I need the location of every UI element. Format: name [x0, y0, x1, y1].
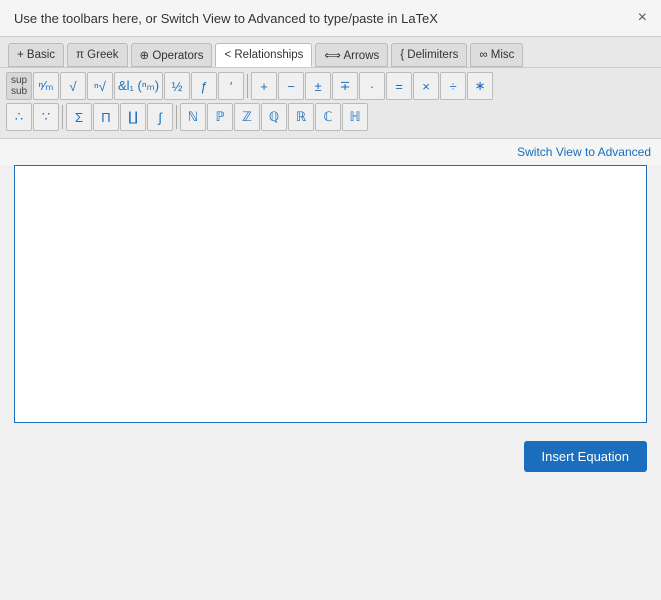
half-button[interactable]: ½	[164, 72, 190, 100]
div3-divider	[176, 105, 177, 129]
times-button[interactable]: ×	[413, 72, 439, 100]
tab-misc[interactable]: ∞ Misc	[470, 43, 523, 67]
coprod-button[interactable]: ∐	[120, 103, 146, 131]
sqrt-button[interactable]: √	[60, 72, 86, 100]
ZZ-button[interactable]: ℤ	[234, 103, 260, 131]
div1-divider	[247, 74, 248, 98]
tab-basic[interactable]: + Basic	[8, 43, 64, 67]
symbol-row-2: ∴∵ΣΠ∐∫ℕℙℤℚℝℂℍ	[6, 103, 655, 131]
CC-button[interactable]: ℂ	[315, 103, 341, 131]
RR-button[interactable]: ℝ	[288, 103, 314, 131]
QQ-button[interactable]: ℚ	[261, 103, 287, 131]
nsqrt-button[interactable]: ⁿ√	[87, 72, 113, 100]
switch-view-row: Switch View to Advanced	[0, 139, 661, 165]
div2-divider	[62, 105, 63, 129]
tab-relationships[interactable]: < Relationships	[215, 43, 312, 67]
symbol-area: supsubⁿ⁄ₘ√ⁿ√&l₁ (ⁿₘ)½ƒ′+−±∓·=×÷∗ ∴∵ΣΠ∐∫ℕ…	[0, 68, 661, 139]
plus-button[interactable]: +	[251, 72, 277, 100]
switch-view-link[interactable]: Switch View to Advanced	[517, 145, 651, 159]
div-button[interactable]: ÷	[440, 72, 466, 100]
and-button[interactable]: &l₁ (ⁿₘ)	[114, 72, 163, 100]
dotdot2-button[interactable]: ∵	[33, 103, 59, 131]
minus-button[interactable]: −	[278, 72, 304, 100]
int-button[interactable]: ∫	[147, 103, 173, 131]
cdot-button[interactable]: ·	[359, 72, 385, 100]
NN-button[interactable]: ℕ	[180, 103, 206, 131]
bottom-bar: Insert Equation	[0, 431, 661, 482]
sup-sub-label: supsub	[6, 72, 32, 100]
prime-button[interactable]: ′	[218, 72, 244, 100]
tab-greek[interactable]: π Greek	[67, 43, 127, 67]
frac-button[interactable]: ⁿ⁄ₘ	[33, 72, 59, 100]
sum-button[interactable]: Σ	[66, 103, 92, 131]
tab-delimiters[interactable]: { Delimiters	[391, 43, 467, 67]
PP-button[interactable]: ℙ	[207, 103, 233, 131]
ast-button[interactable]: ∗	[467, 72, 493, 100]
toolbar-tabs: + Basicπ Greek⊕ Operators< Relationships…	[0, 37, 661, 68]
pm-button[interactable]: ±	[305, 72, 331, 100]
top-bar-text: Use the toolbars here, or Switch View to…	[14, 11, 438, 26]
eq-button[interactable]: =	[386, 72, 412, 100]
editor-area[interactable]	[14, 165, 647, 423]
insert-equation-button[interactable]: Insert Equation	[524, 441, 647, 472]
func-button[interactable]: ƒ	[191, 72, 217, 100]
close-button[interactable]: ×	[638, 10, 647, 26]
tab-arrows[interactable]: ⟺ Arrows	[315, 43, 388, 67]
tab-operators[interactable]: ⊕ Operators	[131, 43, 213, 67]
HH-button[interactable]: ℍ	[342, 103, 368, 131]
prod-button[interactable]: Π	[93, 103, 119, 131]
mp-button[interactable]: ∓	[332, 72, 358, 100]
symbol-row-1: supsubⁿ⁄ₘ√ⁿ√&l₁ (ⁿₘ)½ƒ′+−±∓·=×÷∗	[6, 72, 655, 100]
top-bar: Use the toolbars here, or Switch View to…	[0, 0, 661, 37]
dotdot1-button[interactable]: ∴	[6, 103, 32, 131]
